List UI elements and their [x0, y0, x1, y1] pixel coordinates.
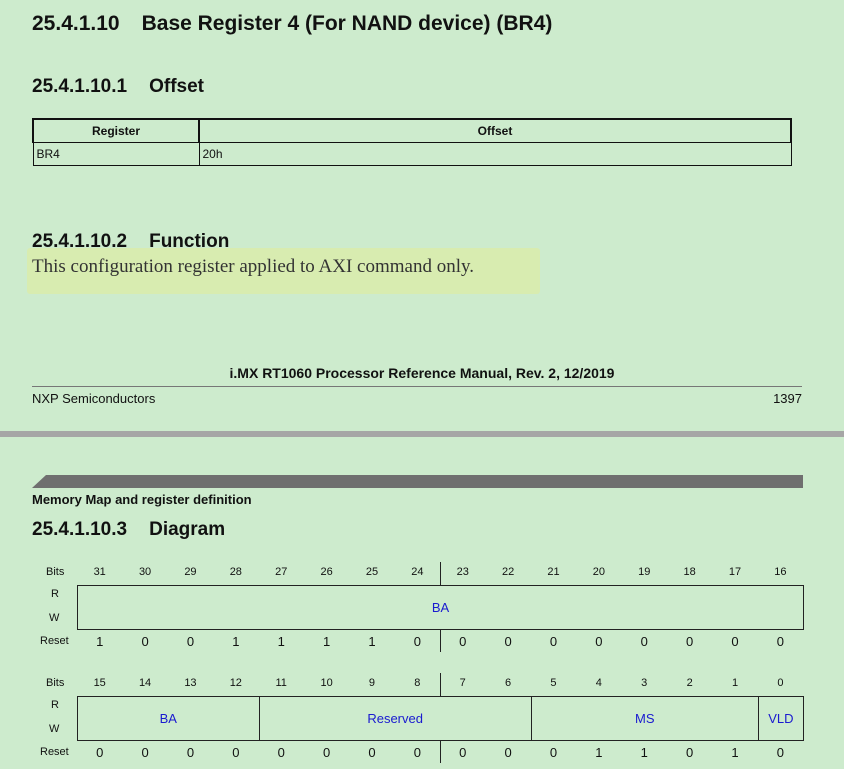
- reset-bit-1: 1: [731, 745, 739, 760]
- table-row: BR4 20h: [32, 142, 792, 166]
- offset-heading: 25.4.1.10.1 Offset: [32, 76, 204, 98]
- bit-number-21: 21: [547, 566, 560, 578]
- reset-bit-25: 1: [368, 634, 376, 649]
- reset-bit-0: 0: [776, 745, 784, 760]
- bit-number-25: 25: [365, 566, 379, 578]
- field-ba-lower: BA: [77, 696, 260, 741]
- bit-number-10: 10: [320, 677, 333, 689]
- footer-company: NXP Semiconductors: [32, 391, 156, 406]
- reset-bit-26: 1: [322, 634, 331, 649]
- diagram-number: 25.4.1.10.3: [32, 519, 128, 540]
- offset-heading-text: Offset: [149, 76, 204, 97]
- bit-number-7: 7: [459, 677, 466, 689]
- bit-number-20: 20: [592, 566, 605, 578]
- reset-bit-3: 1: [640, 745, 648, 760]
- bit-number-8: 8: [414, 677, 421, 689]
- reset-bit-30: 0: [141, 634, 149, 649]
- bit-number-12: 12: [229, 677, 242, 689]
- register-diagram-lower: Bits R W Reset 15 14 13 12 11 10 9 8 7 6 5 4 3 2 1 0 BA R…: [0, 671, 844, 769]
- reset-bit-24: 0: [413, 634, 421, 649]
- footer-divider: [32, 386, 802, 387]
- page-header-label: Memory Map and register definition: [32, 492, 252, 507]
- bit-number-30: 30: [138, 566, 152, 578]
- field-vld-lower: VLD: [757, 696, 805, 741]
- reset-bit-11: 0: [277, 745, 285, 760]
- reset-bit-10: 0: [322, 745, 331, 760]
- reset-bit-7: 0: [459, 745, 467, 760]
- offset-cell-register: BR4: [32, 142, 200, 166]
- section-number: 25.4.1.10: [32, 12, 120, 35]
- offset-col-offset: Offset: [198, 118, 792, 143]
- reset-bit-28: 1: [232, 634, 240, 649]
- section-title-text: Base Register 4 (For NAND device) (BR4): [141, 12, 553, 35]
- offset-col-register: Register: [32, 118, 200, 143]
- reset-bit-20: 0: [595, 634, 603, 649]
- reset-bit-15: 0: [96, 745, 104, 760]
- bit-number-19: 19: [638, 566, 651, 578]
- halfword-divider: [440, 562, 442, 585]
- bit-number-5: 5: [550, 677, 557, 689]
- diagram-heading: 25.4.1.10.3 Diagram: [32, 519, 225, 541]
- lower-cells: 15 14 13 12 11 10 9 8 7 6 5 4 3 2 1 0 BA Reserved MS VLD 0 0 0…: [0, 671, 844, 769]
- reset-bit-19: 0: [640, 634, 648, 649]
- bit-number-2: 2: [686, 677, 693, 689]
- offset-table-header: Register Offset: [32, 118, 792, 143]
- bit-number-17: 17: [728, 566, 742, 578]
- bit-number-15: 15: [93, 677, 106, 689]
- offset-cell-offset: 20h: [198, 142, 792, 166]
- page-separator: [0, 431, 844, 437]
- upper-cells: 31 30 29 28 27 26 25 24 23 22 21 20 19 18 17 16 BA 1 0 0 1 1 1…: [0, 560, 844, 660]
- bit-number-1: 1: [731, 677, 739, 689]
- bit-number-29: 29: [184, 566, 197, 578]
- reset-bit-14: 0: [141, 745, 149, 760]
- reset-bit-13: 0: [186, 745, 195, 760]
- reset-bit-12: 0: [232, 745, 240, 760]
- bit-number-3: 3: [641, 677, 648, 689]
- reset-bit-5: 0: [549, 745, 558, 760]
- reset-bit-22: 0: [504, 634, 512, 649]
- reset-bit-9: 0: [368, 745, 376, 760]
- bit-number-4: 4: [595, 677, 602, 689]
- function-body: This configuration register applied to A…: [32, 256, 475, 277]
- bit-number-23: 23: [456, 566, 469, 578]
- reset-bit-8: 0: [413, 745, 421, 760]
- diagram-heading-text: Diagram: [149, 519, 226, 540]
- reset-bit-29: 0: [186, 634, 195, 649]
- field-ba-upper: BA: [77, 585, 805, 630]
- reset-bit-17: 0: [731, 634, 739, 649]
- bit-number-6: 6: [505, 677, 512, 689]
- bit-number-0: 0: [777, 677, 784, 689]
- offset-table: Register Offset BR4 20h: [32, 118, 792, 166]
- field-reserved-lower: Reserved: [258, 696, 532, 741]
- reset-bit-16: 0: [776, 634, 784, 649]
- reset-bit-6: 0: [504, 745, 512, 760]
- reset-bit-4: 1: [595, 745, 603, 760]
- reset-bit-23: 0: [459, 634, 467, 649]
- manual-title: i.MX RT1060 Processor Reference Manual, …: [229, 365, 615, 381]
- bit-number-31: 31: [93, 566, 106, 578]
- bit-number-24: 24: [411, 566, 424, 578]
- page-number: 1397: [773, 391, 802, 406]
- reset-bit-21: 0: [549, 634, 558, 649]
- bit-number-9: 9: [368, 677, 376, 689]
- bit-number-13: 13: [184, 677, 197, 689]
- bit-number-14: 14: [138, 677, 152, 689]
- offset-number: 25.4.1.10.1: [32, 76, 128, 97]
- bit-number-11: 11: [275, 677, 287, 689]
- bit-number-22: 22: [501, 566, 515, 578]
- reset-bit-31: 1: [96, 634, 104, 649]
- header-bar: [32, 475, 803, 488]
- halfword-divider: [440, 673, 442, 696]
- reset-bit-27: 1: [277, 634, 285, 649]
- field-ms-lower: MS: [530, 696, 759, 741]
- bit-number-26: 26: [320, 566, 333, 578]
- reset-bit-2: 0: [686, 745, 694, 760]
- bit-number-28: 28: [229, 566, 242, 578]
- bit-number-18: 18: [683, 566, 696, 578]
- register-diagram-upper: Bits R W Reset 31 30 29 28 27 26 25 24 23 22 21 20 1…: [0, 560, 844, 660]
- bit-number-16: 16: [774, 566, 787, 578]
- section-title: 25.4.1.10 Base Register 4 (For NAND devic…: [32, 12, 552, 36]
- reset-bit-18: 0: [686, 634, 694, 649]
- bit-number-27: 27: [275, 566, 288, 578]
